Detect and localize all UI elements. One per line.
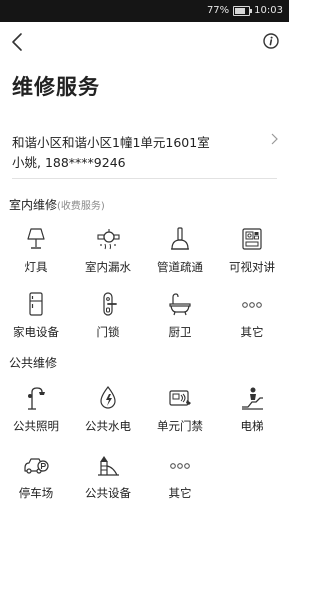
elevator-icon xyxy=(242,387,263,410)
playground-icon xyxy=(98,456,119,476)
status-bar: 77% 10:03 xyxy=(0,0,289,22)
service-label: 家电设备 xyxy=(13,325,59,339)
address-card[interactable]: 和谐小区和谐小区1幢1单元1601室 小姚, 188****9246 xyxy=(0,120,289,176)
service-elevator[interactable]: 电梯 xyxy=(216,385,288,439)
street-lamp-icon xyxy=(28,387,45,410)
water-electric-icon xyxy=(100,386,116,409)
battery-fill xyxy=(235,7,246,14)
divider xyxy=(12,178,277,179)
service-label: 室内漏水 xyxy=(85,260,131,274)
service-label: 门锁 xyxy=(96,325,120,339)
service-public-water-electric[interactable]: 公共水电 xyxy=(72,385,144,439)
lamp-icon xyxy=(27,228,45,249)
public-section-title: 公共维修 xyxy=(9,354,57,371)
leaking-pipe-icon xyxy=(97,229,120,250)
service-indoor-leak[interactable]: 室内漏水 xyxy=(72,226,144,280)
status-time: 10:03 xyxy=(254,5,283,16)
service-kitchen-bath[interactable]: 厨卫 xyxy=(144,291,216,345)
service-other-indoor[interactable]: 其它 xyxy=(216,291,288,345)
service-label: 其它 xyxy=(168,486,192,500)
service-label: 公共照明 xyxy=(13,419,59,433)
service-appliance[interactable]: 家电设备 xyxy=(0,291,72,345)
bathtub-icon xyxy=(169,293,191,316)
battery-percent: 77% xyxy=(206,5,230,16)
indoor-subtitle: (收费服务) xyxy=(57,201,105,212)
indoor-section-title: 室内维修(收费服务) xyxy=(9,196,105,213)
refrigerator-icon xyxy=(29,292,43,316)
page-title: 维修服务 xyxy=(12,75,100,99)
service-label: 单元门禁 xyxy=(157,419,203,433)
info-icon xyxy=(263,33,279,49)
service-label: 公共水电 xyxy=(85,419,131,433)
contact-text: 小姚, 188****9246 xyxy=(12,155,126,170)
plunger-icon xyxy=(171,227,189,250)
service-public-lighting[interactable]: 公共照明 xyxy=(0,385,72,439)
service-label: 管道疏通 xyxy=(157,260,203,274)
more-icon xyxy=(170,463,190,469)
service-parking[interactable]: 停车场 xyxy=(0,452,72,506)
status-bar-right: 77% 10:03 xyxy=(207,5,283,16)
indoor-title: 室内维修 xyxy=(9,198,58,212)
chevron-right-icon xyxy=(271,133,278,145)
service-label: 公共设备 xyxy=(85,486,131,500)
more-icon xyxy=(242,302,262,308)
public-title: 公共维修 xyxy=(9,356,58,370)
service-access-control[interactable]: 单元门禁 xyxy=(144,385,216,439)
door-lock-icon xyxy=(103,292,117,316)
service-pipe-dredge[interactable]: 管道疏通 xyxy=(144,226,216,280)
parking-icon xyxy=(24,458,49,474)
address-text: 和谐小区和谐小区1幢1单元1601室 xyxy=(12,135,210,150)
service-door-lock[interactable]: 门锁 xyxy=(72,291,144,345)
access-control-icon xyxy=(169,390,191,406)
info-button[interactable] xyxy=(263,33,279,49)
battery-icon xyxy=(233,5,253,16)
back-button[interactable] xyxy=(8,29,28,55)
service-public-equipment[interactable]: 公共设备 xyxy=(72,452,144,506)
back-arrow-icon xyxy=(12,33,22,51)
service-label: 停车场 xyxy=(18,486,54,500)
service-video-intercom[interactable]: 可视对讲 xyxy=(216,226,288,280)
service-label: 灯具 xyxy=(24,260,48,274)
video-intercom-icon xyxy=(242,228,262,250)
service-other-public[interactable]: 其它 xyxy=(144,452,216,506)
service-label: 厨卫 xyxy=(168,325,192,339)
service-label: 可视对讲 xyxy=(229,260,275,274)
service-label: 其它 xyxy=(240,325,264,339)
service-label: 电梯 xyxy=(240,419,264,433)
service-lamp[interactable]: 灯具 xyxy=(0,226,72,280)
